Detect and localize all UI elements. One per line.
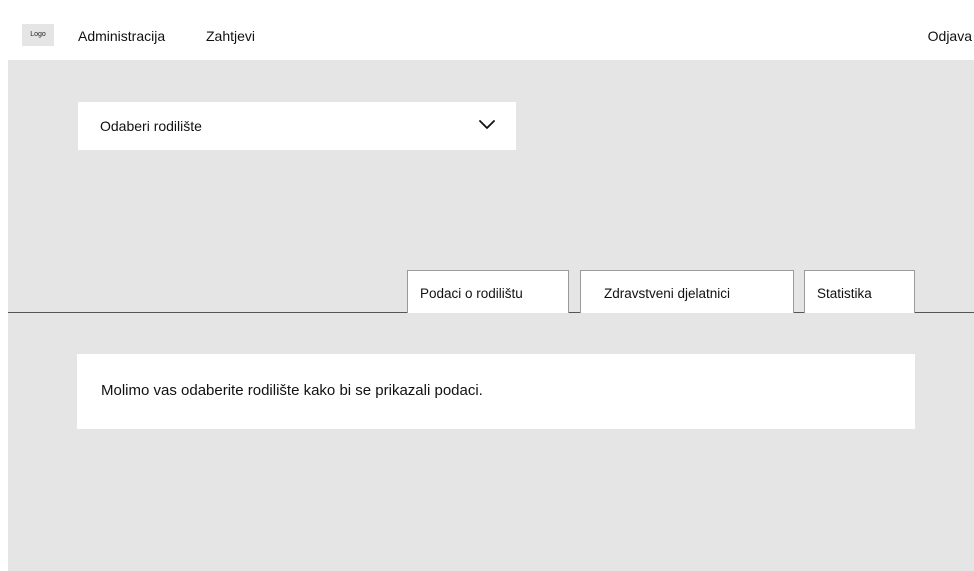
tab-healthcare-workers[interactable]: Zdravstveni djelatnici: [580, 270, 794, 313]
top-navigation-bar: Logo Administracija Zahtjevi Odjava: [8, 12, 974, 60]
nav-link-requests[interactable]: Zahtjevi: [206, 26, 255, 46]
maternity-ward-select-placeholder: Odaberi rodilište: [100, 118, 202, 134]
chevron-down-icon: [479, 120, 495, 129]
logout-link[interactable]: Odjava: [928, 26, 972, 46]
tab-maternity-ward-data[interactable]: Podaci o rodilištu: [407, 270, 569, 313]
nav-link-administration[interactable]: Administracija: [78, 26, 165, 46]
maternity-ward-select[interactable]: Odaberi rodilište: [78, 102, 516, 150]
tab-statistics[interactable]: Statistika: [804, 270, 915, 313]
app-frame: Logo Administracija Zahtjevi Odjava Odab…: [8, 12, 974, 571]
content-panel: Molimo vas odaberite rodilište kako bi s…: [77, 354, 915, 429]
empty-state-message: Molimo vas odaberite rodilište kako bi s…: [101, 382, 483, 399]
logo: Logo: [22, 24, 54, 46]
